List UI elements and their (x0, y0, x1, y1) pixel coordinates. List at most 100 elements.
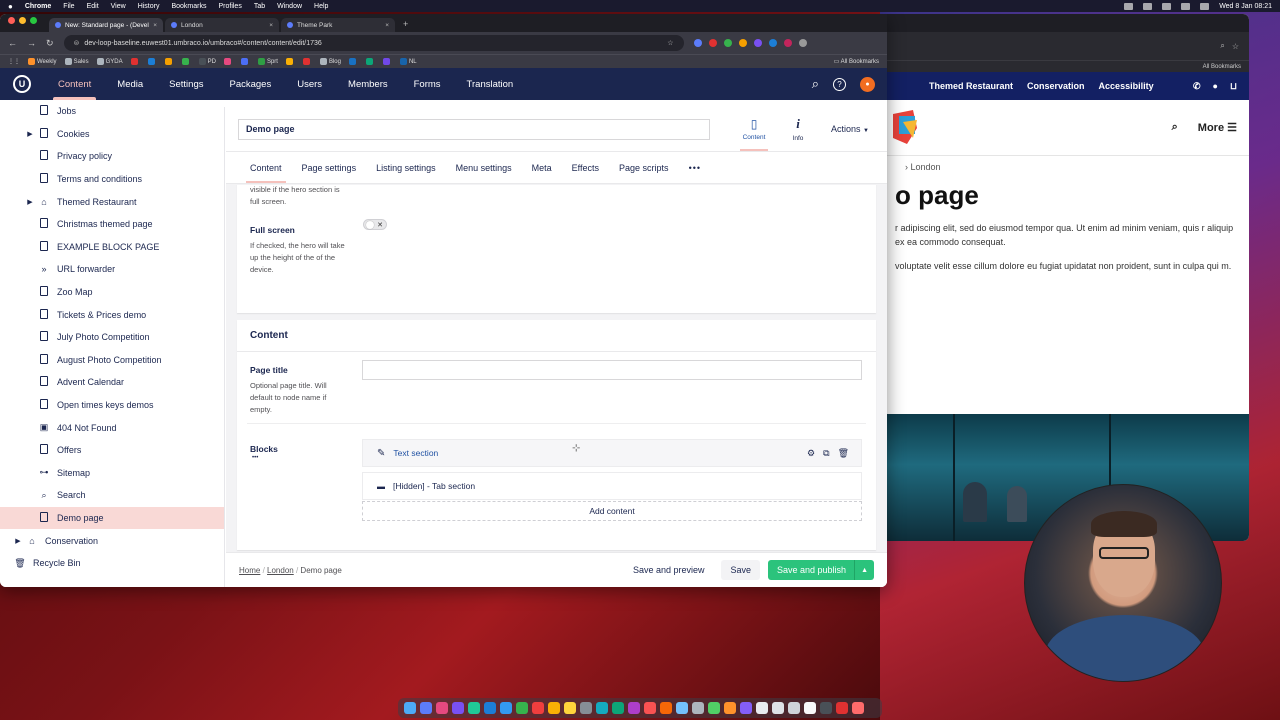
tab-meta[interactable]: Meta (522, 152, 562, 183)
extension-icon[interactable] (753, 39, 762, 47)
actions-dropdown[interactable]: Actions ▼ (831, 124, 875, 134)
bookmark-icon[interactable] (130, 57, 140, 65)
tree-item[interactable]: Tickets & Prices demo (0, 303, 224, 326)
bookmark-icon[interactable] (147, 57, 157, 65)
block-tab-section[interactable]: ▬ [Hidden] - Tab section (362, 472, 862, 500)
bookmark-icon[interactable] (365, 57, 375, 65)
forward-icon[interactable]: → (27, 38, 36, 48)
fullscreen-toggle[interactable]: ✕ (363, 219, 387, 230)
search-icon[interactable]: ⌕ (812, 76, 819, 92)
tab-effects[interactable]: Effects (562, 152, 609, 183)
tree-item[interactable]: Offers (0, 439, 224, 462)
dock-app-icon[interactable] (852, 702, 864, 714)
tree-item[interactable]: August Photo Competition (0, 349, 224, 372)
star-icon[interactable]: ☆ (1232, 42, 1239, 51)
browser-tab[interactable]: London × (165, 18, 279, 32)
tree-item[interactable]: ⌕ Search (0, 484, 224, 507)
dock-app-icon[interactable] (660, 702, 672, 714)
dock-app-icon[interactable] (548, 702, 560, 714)
tree-item[interactable]: Demo page (0, 506, 224, 530)
menu-file[interactable]: File (63, 3, 74, 10)
app-content[interactable]: ▯ Content (732, 107, 776, 151)
menu-bookmarks[interactable]: Bookmarks (171, 3, 206, 10)
tree-item[interactable]: » URL forwarder (0, 258, 224, 281)
menu-profiles[interactable]: Profiles (218, 3, 241, 10)
add-content-button[interactable]: Add content (362, 501, 862, 521)
menu-window[interactable]: Window (277, 3, 302, 10)
trash-icon[interactable]: 🗑 (838, 448, 849, 459)
tab-listing-settings[interactable]: Listing settings (366, 152, 446, 183)
tabs-more-icon[interactable]: ••• (679, 152, 711, 183)
tree-item[interactable]: Jobs (0, 100, 224, 123)
bookmark-item[interactable]: GYDA (96, 57, 123, 65)
help-icon[interactable]: ? (833, 77, 846, 91)
dock-app-icon[interactable] (436, 702, 448, 714)
extension-icon[interactable] (738, 39, 747, 47)
close-window-icon[interactable] (8, 17, 15, 24)
dock-app-icon[interactable] (788, 702, 800, 714)
reload-icon[interactable]: ↻ (46, 38, 54, 49)
browser-tab[interactable]: New: Standard page - (Devel × (49, 18, 163, 32)
site-search-icon[interactable]: ⌕ (1172, 121, 1178, 134)
editor-scroll-area[interactable]: visible if the hero section is full scre… (226, 185, 887, 552)
minimize-window-icon[interactable] (19, 17, 26, 24)
tab-content[interactable]: Content (240, 152, 292, 183)
caret-right-icon[interactable]: ▶ (14, 537, 22, 545)
maximize-window-icon[interactable] (30, 17, 37, 24)
all-bookmarks[interactable]: ▭ All Bookmarks (834, 58, 879, 65)
dock-app-icon[interactable] (404, 702, 416, 714)
umbraco-logo-icon[interactable]: U (13, 75, 31, 93)
page-title-input[interactable] (362, 360, 862, 380)
tree-item[interactable]: Privacy policy (0, 145, 224, 168)
dock-app-icon[interactable] (564, 702, 576, 714)
new-tab-icon[interactable]: + (397, 19, 414, 32)
tree-root-item[interactable]: ▶ ⌂ Conservation (0, 529, 224, 552)
extension-icon[interactable] (723, 39, 732, 47)
bookmark-icon[interactable] (382, 57, 392, 65)
bookmark-item[interactable]: Blog (319, 57, 341, 65)
dock-app-icon[interactable] (644, 702, 656, 714)
menu-chrome[interactable]: Chrome (25, 3, 51, 10)
tree-item[interactable]: EXAMPLE BLOCK PAGE (0, 236, 224, 259)
tree-item[interactable]: ⊶ Sitemap (0, 462, 224, 485)
bookmark-item[interactable]: NL (399, 57, 417, 65)
tab-page-scripts[interactable]: Page scripts (609, 152, 679, 183)
blocks-more-icon[interactable]: ••• (252, 455, 258, 461)
menu-tab[interactable]: Tab (254, 3, 265, 10)
tree-root-item[interactable]: 🗑 Recycle Bin (0, 552, 224, 575)
dock-app-icon[interactable] (772, 702, 784, 714)
dock-app-icon[interactable] (740, 702, 752, 714)
browser-tab[interactable]: Theme Park × (281, 18, 395, 32)
extension-icon[interactable] (708, 39, 717, 47)
dock-app-icon[interactable] (500, 702, 512, 714)
save-and-preview-button[interactable]: Save and preview (624, 560, 714, 580)
section-users[interactable]: Users (284, 68, 335, 100)
site-nav-themed-restaurant[interactable]: Themed Restaurant (929, 81, 1013, 91)
tree-item[interactable]: ▶ Cookies (0, 123, 224, 146)
dock-app-icon[interactable] (676, 702, 688, 714)
section-media[interactable]: Media (104, 68, 156, 100)
section-members[interactable]: Members (335, 68, 401, 100)
section-forms[interactable]: Forms (401, 68, 454, 100)
site-nav-accessibility[interactable]: Accessibility (1099, 81, 1154, 91)
dock-app-icon[interactable] (724, 702, 736, 714)
dock-app-icon[interactable] (836, 702, 848, 714)
menu-view[interactable]: View (111, 3, 126, 10)
menu-edit[interactable]: Edit (87, 3, 99, 10)
section-content[interactable]: Content (45, 68, 104, 100)
save-button[interactable]: Save (721, 560, 760, 580)
section-settings[interactable]: Settings (156, 68, 216, 100)
basket-icon[interactable]: ⊔ (1230, 81, 1237, 92)
bookmark-icon[interactable] (164, 57, 174, 65)
zoom-icon[interactable]: ⌕ (1220, 41, 1224, 51)
battery-icon[interactable] (1200, 2, 1210, 10)
caret-right-icon[interactable]: ▶ (26, 198, 34, 206)
apps-grid-icon[interactable]: ⋮⋮ (8, 58, 20, 65)
gear-icon[interactable]: ⚙ (807, 448, 815, 459)
dock-app-icon[interactable] (484, 702, 496, 714)
status-icon[interactable] (1143, 2, 1153, 10)
profile-icon[interactable] (798, 39, 807, 47)
bookmark-icon[interactable] (285, 57, 295, 65)
copy-icon[interactable]: ⧉ (823, 448, 829, 459)
extension-icon[interactable] (783, 39, 792, 47)
